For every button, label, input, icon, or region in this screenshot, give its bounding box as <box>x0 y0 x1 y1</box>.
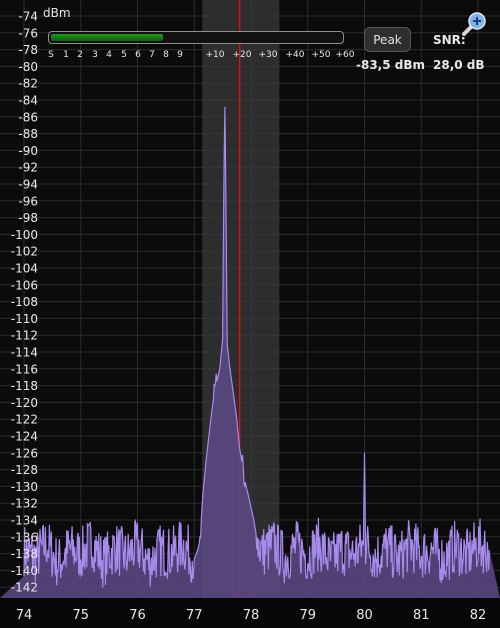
smeter-scale-label: 4 <box>106 50 112 60</box>
y-tick-label: -134 <box>11 514 38 528</box>
x-tick-label: 79 <box>299 608 316 623</box>
x-tick-label: 77 <box>186 608 203 623</box>
smeter-scale-label: S <box>48 50 54 60</box>
smeter-scale-label: 8 <box>163 50 169 60</box>
y-tick-label: -96 <box>18 194 38 208</box>
y-tick-label: -92 <box>18 161 38 175</box>
y-tick-label: -98 <box>18 211 38 225</box>
smeter-unit-label: dBm <box>43 6 71 20</box>
y-tick-label: -104 <box>11 262 38 276</box>
y-tick-label: -128 <box>11 463 38 477</box>
y-tick-label: -126 <box>11 446 38 460</box>
y-tick-label: -106 <box>11 278 38 292</box>
x-tick-label: 82 <box>470 608 487 623</box>
y-tick-label: -116 <box>11 362 38 376</box>
y-tick-label: -102 <box>11 245 38 259</box>
smeter-scale-label: 7 <box>149 50 155 60</box>
y-tick-label: -138 <box>11 547 38 561</box>
y-tick-label: -118 <box>11 379 38 393</box>
y-tick-label: -80 <box>18 60 38 74</box>
y-tick-label: -74 <box>18 10 38 24</box>
x-axis-tick-labels: 74 75 76 77 78 79 80 81 82 <box>16 608 487 623</box>
x-tick-label: 78 <box>243 608 260 623</box>
zoom-in-icon[interactable] <box>461 11 487 37</box>
x-tick-label: 76 <box>129 608 146 623</box>
smeter-bar <box>48 31 344 44</box>
x-tick-label: 80 <box>356 608 373 623</box>
snr-value-readout: 28,0 dB <box>433 58 485 72</box>
y-tick-label: -120 <box>11 396 38 410</box>
y-tick-label: -140 <box>11 564 38 578</box>
y-tick-label: -112 <box>11 329 38 343</box>
smeter-scale-label: +60 <box>335 50 355 60</box>
y-tick-label: -122 <box>11 413 38 427</box>
peak-button[interactable]: Peak <box>364 27 411 52</box>
smeter-scale-label: +40 <box>285 50 305 60</box>
smeter-fill <box>51 34 163 41</box>
y-tick-label: -86 <box>18 110 38 124</box>
y-tick-label: -76 <box>18 26 38 40</box>
y-tick-label: -132 <box>11 497 38 511</box>
sdr-spectrum-view[interactable]: -74 -76 -78 -80 -82 -84 -86 -88 -90 -92 -94 -96 -98 -… <box>0 0 500 628</box>
y-tick-label: -136 <box>11 530 38 544</box>
x-tick-label: 81 <box>413 608 430 623</box>
smeter-scale-label: +30 <box>258 50 278 60</box>
peak-value-readout: -83,5 dBm <box>356 58 426 72</box>
y-tick-label: -84 <box>18 94 38 108</box>
smeter-scale-label: 5 <box>121 50 127 60</box>
smeter-scale-label: +20 <box>232 50 252 60</box>
smeter-scale-label: 1 <box>63 50 69 60</box>
y-tick-label: -90 <box>18 144 38 158</box>
y-tick-label: -108 <box>11 295 38 309</box>
smeter-scale-label: 3 <box>92 50 98 60</box>
y-tick-label: -124 <box>11 430 38 444</box>
spectrum-plot[interactable]: -74 -76 -78 -80 -82 -84 -86 -88 -90 -92 -94 -96 -98 -… <box>0 0 500 628</box>
smeter-scale-label: +50 <box>311 50 331 60</box>
smeter-scale-label: 9 <box>177 50 183 60</box>
x-tick-label: 74 <box>16 608 33 623</box>
y-tick-label: -142 <box>11 581 38 595</box>
y-tick-label: -94 <box>18 178 38 192</box>
y-tick-label: -100 <box>11 228 38 242</box>
smeter-scale-label: 6 <box>135 50 141 60</box>
y-tick-label: -82 <box>18 77 38 91</box>
y-tick-label: -114 <box>11 346 38 360</box>
y-tick-label: -110 <box>11 312 38 326</box>
y-tick-label: -130 <box>11 480 38 494</box>
smeter-scale-label: 2 <box>77 50 83 60</box>
y-tick-label: -78 <box>18 43 38 57</box>
x-tick-label: 75 <box>72 608 89 623</box>
y-tick-label: -88 <box>18 127 38 141</box>
smeter-scale-label: +10 <box>205 50 225 60</box>
